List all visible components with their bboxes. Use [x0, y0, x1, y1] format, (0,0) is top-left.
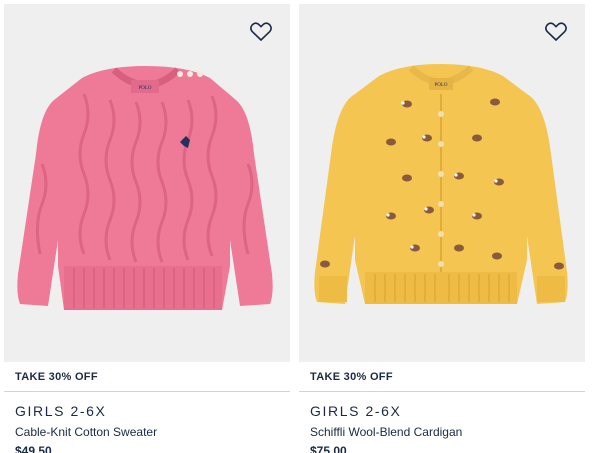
- cardigan-image: POLO: [314, 64, 568, 304]
- product-price: $49.50: [15, 444, 52, 453]
- product-name[interactable]: Schiffli Wool-Blend Cardigan: [310, 425, 585, 440]
- product-category: GIRLS 2-6X: [15, 403, 107, 419]
- svg-text:POLO: POLO: [434, 83, 447, 88]
- product-image[interactable]: POLO: [299, 4, 585, 362]
- promo-label[interactable]: TAKE 30% OFF: [4, 362, 290, 392]
- product-price: $75.00: [310, 444, 347, 453]
- wishlist-heart-icon[interactable]: [545, 22, 567, 42]
- product-grid: POLO TAKE 30% OFF GIRLS 2-6X Cable-Knit …: [0, 0, 594, 453]
- product-card[interactable]: POLO: [299, 4, 585, 453]
- product-image[interactable]: POLO: [4, 4, 290, 362]
- promo-label[interactable]: TAKE 30% OFF: [299, 362, 585, 392]
- product-category: GIRLS 2-6X: [310, 403, 402, 419]
- product-name[interactable]: Cable-Knit Cotton Sweater: [15, 425, 290, 440]
- svg-text:POLO: POLO: [138, 86, 151, 91]
- sweater-image: POLO: [17, 66, 273, 310]
- product-card[interactable]: POLO: [4, 4, 290, 453]
- wishlist-heart-icon[interactable]: [250, 22, 272, 42]
